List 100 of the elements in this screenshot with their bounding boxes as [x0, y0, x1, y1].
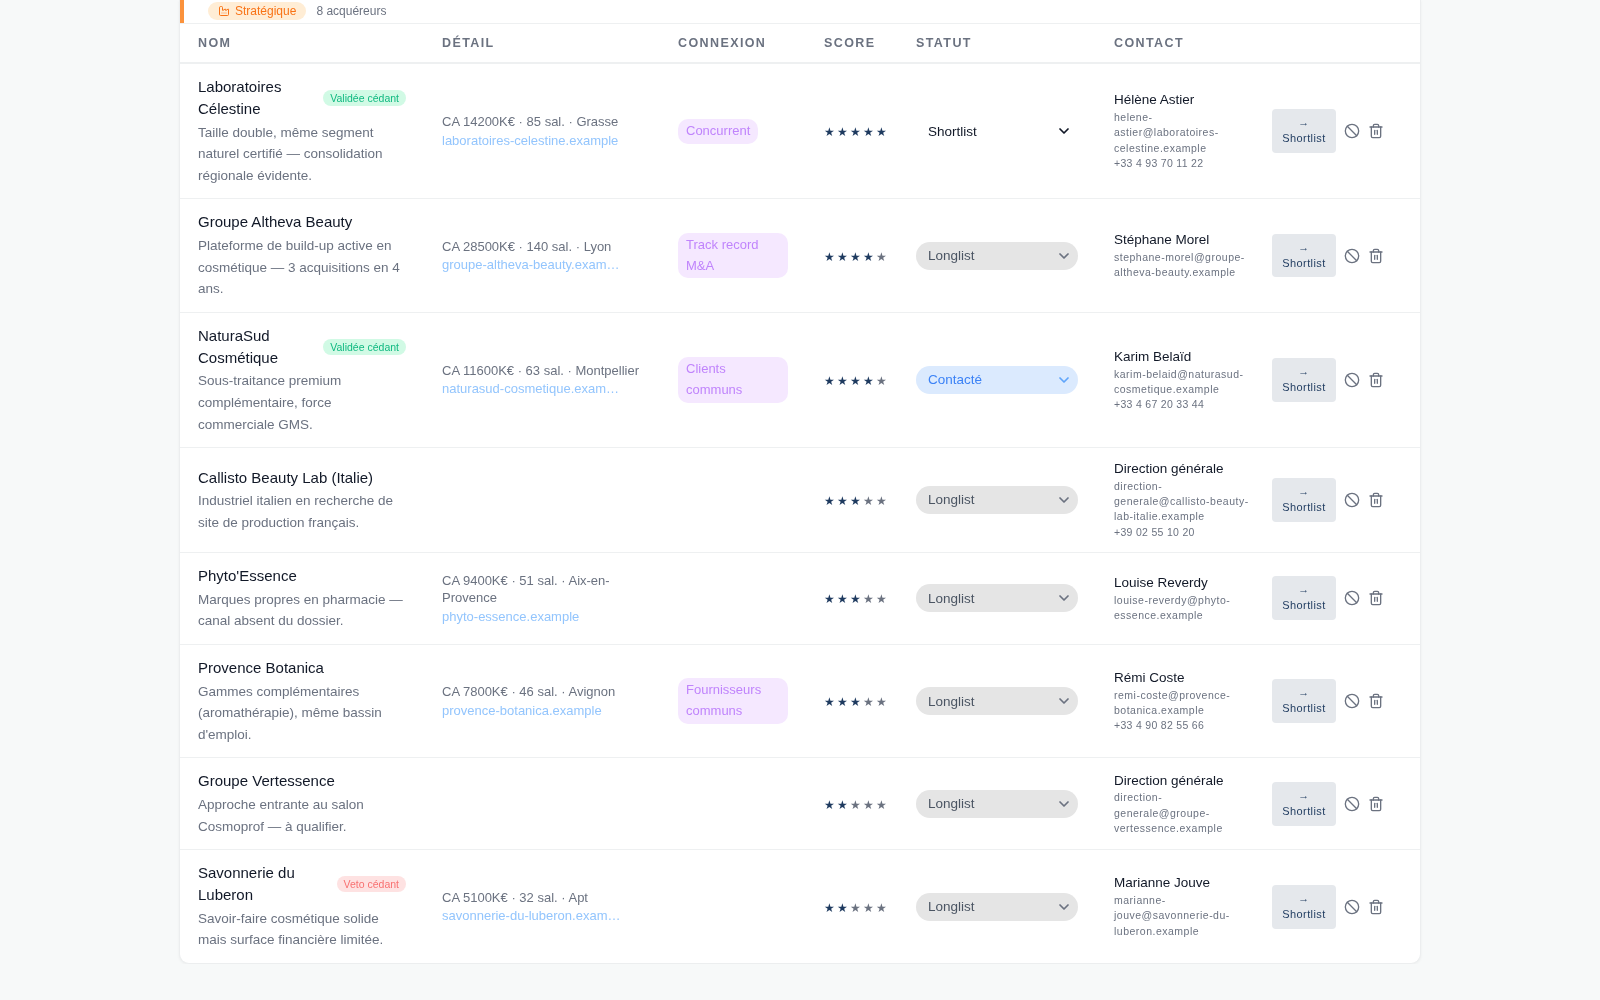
company-name: Phyto'Essence	[198, 565, 297, 586]
trash-icon[interactable]	[1368, 491, 1384, 508]
trash-icon[interactable]	[1368, 371, 1384, 388]
star-icon: ★	[876, 900, 887, 915]
contact-email: marianne-jouve@savonnerie-du-luberon.example	[1114, 893, 1231, 939]
contact-email: karim-belaid@naturasud-cosmetique.example	[1114, 366, 1245, 397]
star-icon: ★	[850, 249, 861, 264]
company-description: Gammes complémentaires (aromathérapie), même bassin d'emploi.	[198, 682, 383, 744]
star-icon: ★	[824, 797, 835, 812]
status-badge: Validée cédant	[323, 89, 406, 106]
status-select[interactable]: Longlist	[916, 584, 1078, 613]
status-select[interactable]: Contacté	[916, 365, 1078, 394]
shortlist-button[interactable]: → Shortlist	[1272, 576, 1336, 621]
star-icon: ★	[824, 493, 835, 508]
status-select[interactable]: Longlist	[916, 789, 1078, 818]
column-header: STATUT	[915, 35, 973, 52]
column-header: SCORE	[823, 35, 877, 52]
contact-email: direction-generale@callisto-beauty-lab-italie.example	[1114, 479, 1250, 525]
company-detail: CA 28500K€ · 140 sal. · Lyon	[442, 237, 613, 256]
contact-name: Stéphane Morel	[1114, 230, 1211, 249]
trash-icon[interactable]	[1368, 247, 1384, 264]
company-detail: CA 9400K€ · 51 sal. · Aix-en-Provence	[442, 571, 611, 607]
ban-icon[interactable]	[1344, 371, 1360, 388]
contact-phone: +39 02 55 10 20	[1114, 524, 1196, 540]
contact-name: Marianne Jouve	[1114, 874, 1212, 893]
star-icon: ★	[876, 797, 887, 812]
factory-icon	[218, 5, 230, 17]
acquirer-count: 8 acquéreurs	[316, 4, 387, 18]
trash-icon[interactable]	[1368, 693, 1384, 710]
star-icon: ★	[863, 797, 874, 812]
company-name: NaturaSud Cosmétique	[198, 325, 280, 368]
contact-email: helene-astier@laboratoires-celestine.example	[1114, 110, 1220, 156]
connection-tag: Fournisseurs communs	[678, 678, 788, 724]
ban-icon[interactable]	[1344, 693, 1360, 710]
company-detail: CA 7800K€ · 46 sal. · Avignon	[442, 683, 617, 701]
star-icon: ★	[863, 373, 874, 388]
trash-icon[interactable]	[1368, 898, 1384, 915]
company-description: Savoir-faire cosmétique solide mais surface financière limitée.	[198, 909, 385, 950]
star-icon: ★	[824, 373, 835, 388]
shortlist-button[interactable]: → Shortlist	[1272, 781, 1336, 826]
status-select[interactable]: Longlist	[916, 892, 1078, 921]
star-icon: ★	[850, 900, 861, 915]
company-description: Industriel italien en recherche de site de production français.	[198, 492, 395, 532]
status-select[interactable]: Longlist	[916, 687, 1078, 716]
contact-name: Hélène Astier	[1114, 91, 1196, 110]
star-icon: ★	[824, 249, 835, 264]
status-badge: Veto cédant	[336, 876, 406, 892]
company-detail: CA 5100K€ · 32 sal. · Apt	[442, 888, 589, 907]
star-icon: ★	[837, 900, 848, 915]
segment-label: Stratégique	[235, 4, 297, 18]
shortlist-button[interactable]: → Shortlist	[1272, 358, 1336, 402]
star-icon: ★	[850, 373, 861, 388]
star-icon: ★	[824, 695, 835, 710]
star-icon: ★	[876, 249, 887, 264]
ban-icon[interactable]	[1344, 247, 1360, 264]
star-icon: ★	[850, 125, 861, 140]
trash-icon[interactable]	[1368, 590, 1384, 607]
column-header: NOM	[197, 35, 233, 52]
contact-name: Karim Belaïd	[1114, 347, 1193, 366]
star-icon: ★	[837, 249, 848, 264]
star-icon: ★	[876, 373, 887, 388]
trash-icon[interactable]	[1368, 123, 1384, 140]
ban-icon[interactable]	[1344, 590, 1360, 607]
contact-email: stephane-morel@groupe-altheva-beauty.example	[1114, 249, 1246, 280]
connection-tag: Concurrent	[678, 118, 759, 144]
contact-name: Direction générale	[1114, 460, 1225, 479]
company-name: Groupe Altheva Beauty	[198, 212, 353, 233]
contact-email: remi-coste@provence-botanica.example	[1114, 687, 1232, 718]
company-description: Plateforme de build-up active en cosmétique — 3 acquisitions en 4 ans.	[198, 237, 401, 299]
star-icon: ★	[837, 695, 848, 710]
status-select[interactable]: Longlist	[916, 485, 1078, 514]
status-select[interactable]: Longlist	[916, 241, 1078, 270]
star-icon: ★	[850, 493, 861, 508]
company-detail: CA 11600K€ · 63 sal. · Montpellier	[442, 361, 641, 380]
trash-icon[interactable]	[1368, 795, 1384, 812]
contact-phone: +33 4 90 82 55 66	[1114, 718, 1206, 734]
contact-email: direction-generale@groupe-vertessence.example	[1114, 790, 1224, 836]
contact-phone: +33 4 93 70 11 22	[1114, 155, 1205, 171]
ban-icon[interactable]	[1344, 123, 1360, 140]
star-icon: ★	[863, 592, 874, 607]
star-icon: ★	[837, 125, 848, 140]
shortlist-button[interactable]: → Shortlist	[1272, 478, 1336, 522]
shortlist-button[interactable]: → Shortlist	[1272, 884, 1336, 929]
star-icon: ★	[850, 695, 861, 710]
star-icon: ★	[850, 797, 861, 812]
shortlist-button[interactable]: → Shortlist	[1272, 109, 1336, 154]
star-icon: ★	[876, 493, 887, 508]
star-icon: ★	[837, 797, 848, 812]
company-description: Sous-traitance premium complémentaire, force commerciale GMS.	[198, 372, 343, 434]
ban-icon[interactable]	[1344, 795, 1360, 812]
contact-name: Rémi Coste	[1114, 668, 1186, 687]
shortlist-button[interactable]: → Shortlist	[1272, 233, 1336, 278]
company-name: Savonnerie du Luberon	[198, 863, 296, 905]
star-icon: ★	[837, 592, 848, 607]
ban-icon[interactable]	[1344, 898, 1360, 915]
company-name: Laboratoires Célestine	[198, 77, 283, 119]
status-badge: Validée cédant	[323, 338, 406, 355]
ban-icon[interactable]	[1344, 491, 1360, 508]
company-name: Provence Botanica	[198, 657, 324, 678]
shortlist-button[interactable]: → Shortlist	[1272, 679, 1336, 723]
